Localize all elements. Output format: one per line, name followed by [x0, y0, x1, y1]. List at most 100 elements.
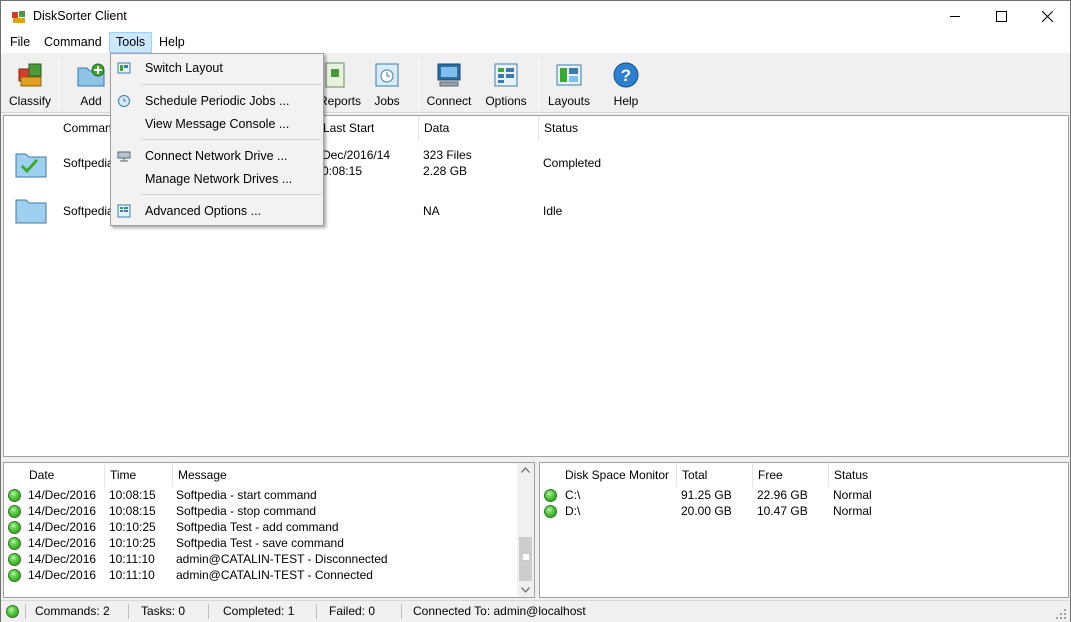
options-icon — [494, 63, 518, 87]
disksorter-app-icon — [12, 11, 25, 23]
help-button[interactable]: ? Help — [598, 57, 654, 111]
classify-icon — [18, 63, 42, 87]
col-header-free[interactable]: Free — [753, 463, 829, 487]
menu-item-label: Manage Network Drives ... — [145, 172, 293, 186]
menu-item-label: Connect Network Drive ... — [145, 149, 288, 163]
resize-grip-icon[interactable] — [1055, 608, 1067, 620]
log-row[interactable]: 14/Dec/2016 10:10:25 Softpedia Test - ad… — [4, 519, 516, 535]
menu-help[interactable]: Help — [152, 32, 192, 53]
menu-item-manage-drives[interactable]: Manage Network Drives ... — [111, 168, 323, 190]
col-header-last-start[interactable]: Last Start — [318, 116, 419, 140]
disk-free: 22.96 GB — [757, 488, 808, 502]
log-time: 10:11:10 — [109, 552, 155, 566]
options-button[interactable]: Options — [478, 57, 534, 111]
log-date: 14/Dec/2016 — [28, 488, 97, 502]
log-date: 14/Dec/2016 — [28, 520, 97, 534]
menu-separator — [141, 139, 321, 140]
log-row[interactable]: 14/Dec/2016 10:11:10 admin@CATALIN-TEST … — [4, 551, 516, 567]
log-time: 10:08:15 — [109, 504, 156, 518]
menu-item-label: Switch Layout — [145, 61, 223, 75]
status-ok-icon — [8, 569, 21, 582]
help-icon: ? — [613, 62, 639, 88]
disk-row[interactable]: C:\ 91.25 GB 22.96 GB Normal — [540, 487, 1068, 503]
menu-item-connect-drive[interactable]: Connect Network Drive ... — [111, 145, 323, 167]
computer-icon — [437, 63, 461, 87]
status-tasks: Tasks: 0 — [141, 604, 186, 618]
col-header-status[interactable]: Status — [539, 116, 739, 140]
col-header-time[interactable]: Time — [105, 463, 173, 487]
close-button[interactable] — [1024, 1, 1070, 32]
connect-button[interactable]: Connect — [421, 57, 477, 111]
disk-space-monitor: Disk Space Monitor Total Free Status C:\… — [539, 462, 1069, 598]
col-header-disk-monitor[interactable]: Disk Space Monitor — [560, 463, 677, 487]
data-size: 2.28 GB — [423, 164, 468, 178]
menu-item-label: Schedule Periodic Jobs ... — [145, 94, 290, 108]
connect-label: Connect — [426, 94, 472, 108]
menu-item-message-console[interactable]: View Message Console ... — [111, 113, 323, 135]
status-ok-icon — [8, 489, 21, 502]
menu-file[interactable]: File — [3, 32, 37, 53]
col-header-data[interactable]: Data — [419, 116, 539, 140]
log-date: 14/Dec/2016 — [28, 568, 97, 582]
menu-separator — [141, 194, 321, 195]
minimize-icon — [949, 16, 960, 17]
status-connected: Connected To: admin@localhost — [413, 604, 586, 618]
log-row[interactable]: 14/Dec/2016 10:11:10 admin@CATALIN-TEST … — [4, 567, 516, 583]
scroll-thumb-grip — [522, 553, 530, 561]
log-row[interactable]: 14/Dec/2016 10:08:15 Softpedia - start c… — [4, 487, 516, 503]
menu-tools[interactable]: Tools — [109, 32, 153, 53]
status-failed: Failed: 0 — [329, 604, 376, 618]
classify-button[interactable]: Classify — [2, 57, 58, 111]
disk-status: Normal — [833, 504, 872, 518]
options-icon — [117, 204, 131, 218]
menu-command[interactable]: Command — [37, 32, 109, 53]
disk-row[interactable]: D:\ 20.00 GB 10.47 GB Normal — [540, 503, 1068, 519]
layout-icon — [117, 62, 131, 74]
disk-free: 10.47 GB — [757, 504, 808, 518]
help-label: Help — [613, 94, 639, 108]
close-icon — [1041, 11, 1053, 22]
clock-icon — [118, 95, 130, 107]
log-message: Softpedia Test - save command — [176, 536, 344, 550]
disk-drive: C:\ — [565, 488, 581, 502]
log-row[interactable]: 14/Dec/2016 10:08:15 Softpedia - stop co… — [4, 503, 516, 519]
disk-total: 91.25 GB — [681, 488, 732, 502]
status-ok-icon — [8, 521, 21, 534]
log-row[interactable]: 14/Dec/2016 10:10:25 Softpedia Test - sa… — [4, 535, 516, 551]
menu-item-label: View Message Console ... — [145, 117, 290, 131]
folder-completed-icon — [15, 153, 47, 178]
scroll-up-icon[interactable] — [521, 467, 530, 473]
options-label: Options — [485, 94, 527, 108]
minimize-button[interactable] — [932, 1, 978, 32]
status-separator — [128, 604, 129, 619]
menu-item-advanced-options[interactable]: Advanced Options ... — [111, 200, 323, 222]
maximize-button[interactable] — [978, 1, 1024, 32]
col-header-total[interactable]: Total — [677, 463, 753, 487]
last-start-time: 10:08:15 — [322, 164, 362, 178]
toolbar-separator — [418, 59, 419, 109]
disk-drive: D:\ — [565, 504, 581, 518]
log-date: 14/Dec/2016 — [28, 536, 97, 550]
last-start-date: 14/Dec/2016 — [322, 148, 391, 162]
menu-item-schedule-jobs[interactable]: Schedule Periodic Jobs ... — [111, 90, 323, 112]
log-date: 14/Dec/2016 — [28, 552, 97, 566]
status-ok-icon — [8, 505, 21, 518]
scroll-down-icon[interactable] — [521, 587, 530, 593]
layouts-button[interactable]: Layouts — [541, 57, 597, 111]
col-header-date[interactable]: Date — [24, 463, 105, 487]
col-header-disk-status[interactable]: Status — [829, 463, 979, 487]
log-message: Softpedia Test - add command — [176, 520, 339, 534]
layouts-label: Layouts — [547, 94, 591, 108]
maximize-icon — [995, 11, 1007, 22]
jobs-icon — [375, 63, 399, 87]
tools-dropdown-menu: Switch Layout Schedule Periodic Jobs ...… — [110, 53, 324, 226]
log-scrollbar[interactable] — [517, 463, 534, 597]
log-message: Softpedia - start command — [176, 488, 317, 502]
status-ok-icon — [544, 505, 557, 518]
status-ok-icon — [8, 553, 21, 566]
jobs-button[interactable]: Jobs — [359, 57, 415, 111]
log-time: 10:11:10 — [109, 568, 155, 582]
menu-item-switch-layout[interactable]: Switch Layout — [111, 57, 323, 79]
col-header-message[interactable]: Message — [173, 463, 517, 487]
status-bar: Commands: 2 Tasks: 0 Completed: 1 Failed… — [1, 600, 1070, 622]
